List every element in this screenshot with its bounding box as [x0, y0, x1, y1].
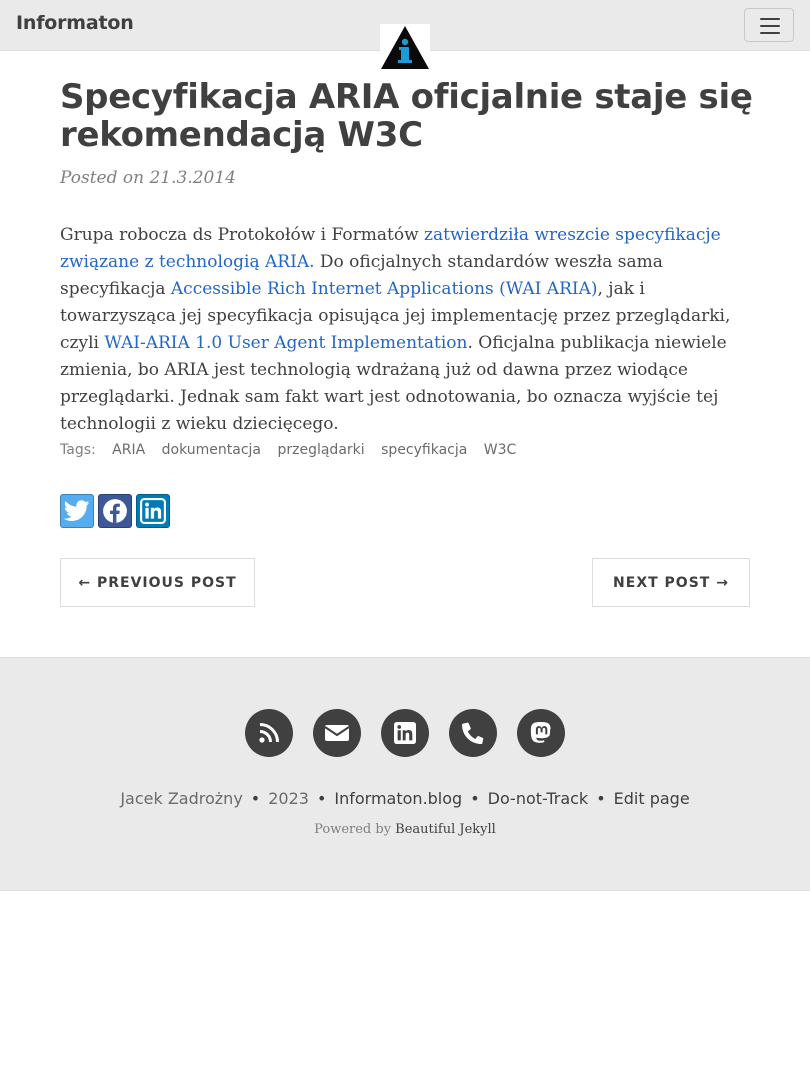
twitter-icon [64, 500, 90, 521]
post-meta: Posted on 21.3.2014 [60, 168, 236, 188]
beautiful-jekyll-link[interactable]: Beautiful Jekyll [395, 822, 496, 837]
footer-mastodon-link[interactable] [517, 709, 565, 757]
tag-link[interactable]: specyfikacja [381, 442, 467, 458]
content-text: Grupa robocza ds Protokołów i Formatów [60, 225, 425, 245]
share-linkedin-button[interactable] [136, 494, 170, 528]
tags-row: Tags: ARIA dokumentacja przeglądarki spe… [60, 442, 516, 458]
post-content: Grupa robocza ds Protokołów i Formatów z… [60, 222, 750, 438]
tags-label: Tags: [60, 442, 96, 458]
linkedin-icon [394, 722, 416, 744]
linkedin-icon [140, 498, 166, 524]
footer-bullet: • [596, 789, 606, 808]
powered-by: Powered by Beautiful Jekyll [0, 822, 810, 837]
footer-linkedin-link[interactable] [381, 709, 429, 757]
tag-link[interactable]: przeglądarki [277, 442, 364, 458]
post-title: Specyfikacja ARIA oficjalnie staje się r… [60, 77, 753, 155]
brand-link[interactable]: Informaton [16, 12, 134, 34]
share-buttons [60, 494, 170, 528]
phone-icon [462, 722, 484, 744]
footer-links: Jacek Zadrożny • 2023 • Informaton.blog • Do-n… [0, 789, 810, 808]
tag-link[interactable]: dokumentacja [162, 442, 261, 458]
share-facebook-button[interactable] [98, 494, 132, 528]
previous-post-button[interactable]: ← PREVIOUS POST [60, 558, 255, 607]
site-logo[interactable] [380, 24, 430, 70]
footer-phone-link[interactable] [449, 709, 497, 757]
rss-icon [259, 723, 279, 743]
powered-by-prefix: Powered by [314, 822, 396, 837]
share-twitter-button[interactable] [60, 494, 94, 528]
content-link-wai-aria[interactable]: Accessible Rich Internet Applications (W… [171, 279, 598, 299]
footer-site-link[interactable]: Informaton.blog [334, 789, 462, 808]
footer-bullet: • [316, 789, 327, 808]
next-post-button[interactable]: NEXT POST → [592, 558, 750, 607]
footer-year: 2023 [268, 789, 309, 808]
footer-edit-page-link[interactable]: Edit page [614, 789, 690, 808]
navbar: Informaton [0, 0, 810, 70]
footer: Jacek Zadrożny • 2023 • Informaton.blog • Do-n… [0, 657, 810, 891]
content-link-user-agent-implementation[interactable]: WAI-ARIA 1.0 User Agent Implementation [104, 333, 467, 353]
envelope-icon [325, 725, 349, 741]
footer-rss-link[interactable] [245, 709, 293, 757]
logo-icon [381, 26, 429, 69]
tag-link[interactable]: W3C [484, 442, 517, 458]
menu-toggle-button[interactable] [744, 8, 794, 42]
footer-dnt-link[interactable]: Do-not-Track [488, 789, 589, 808]
mastodon-icon [530, 722, 551, 743]
footer-bullet: • [470, 789, 480, 808]
footer-author: Jacek Zadrożny [120, 789, 243, 808]
footer-email-link[interactable] [313, 709, 361, 757]
facebook-icon [103, 499, 127, 523]
footer-bullet: • [250, 789, 261, 808]
tag-link[interactable]: ARIA [112, 442, 145, 458]
